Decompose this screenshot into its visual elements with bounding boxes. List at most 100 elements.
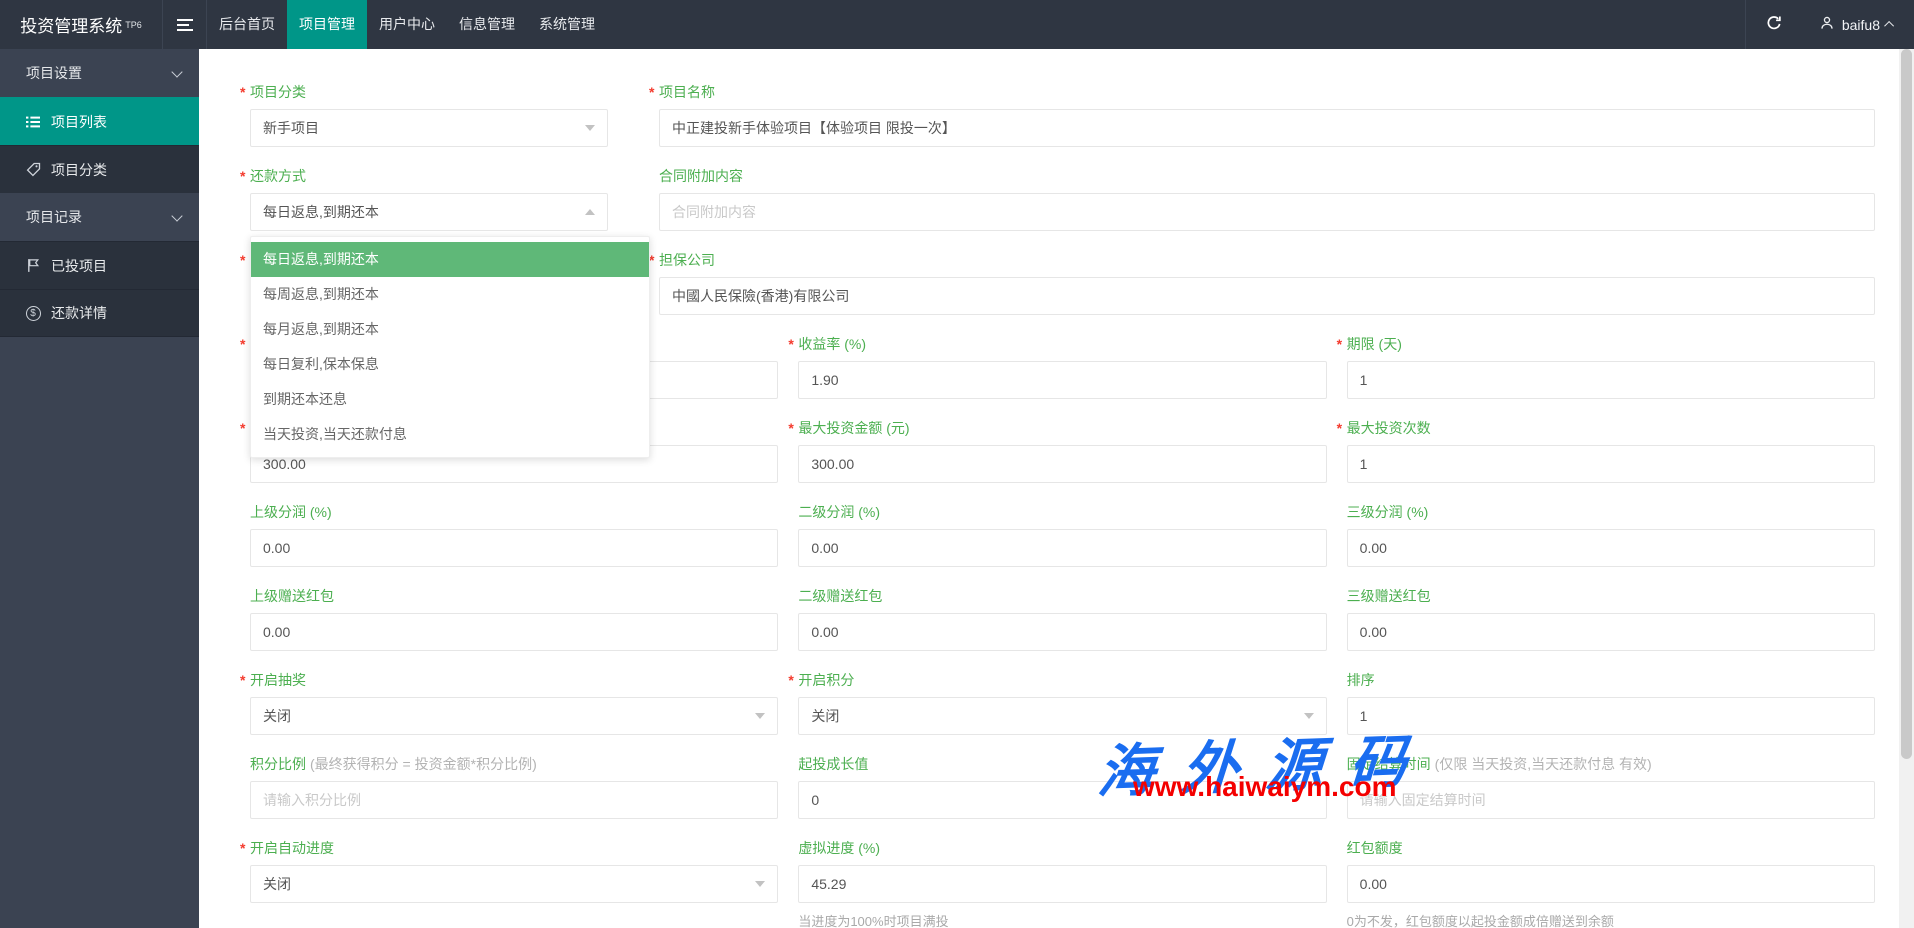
sidebar-item-label: 还款详情 [51,303,107,323]
level1-profit-input[interactable] [250,529,778,567]
refresh-button[interactable] [1745,0,1803,49]
field-note: (最终获得积分 = 投资金额*积分比例) [310,756,537,772]
field-auto-progress: *开启自动进度 关闭 [250,839,778,928]
field-growth-value: 起投成长值 [798,755,1326,819]
redpacket-quota-input[interactable] [1347,865,1875,903]
field-enable-points: *开启积分 关闭 [798,671,1326,735]
field-label: 收益率 (%) [798,336,866,352]
tab-home[interactable]: 后台首页 [207,0,287,49]
virtual-progress-input[interactable] [798,865,1326,903]
list-icon [25,114,41,130]
project-category-select[interactable]: 新手项目 [250,109,608,147]
max-invest-times-input[interactable] [1347,445,1875,483]
level3-redpacket-input[interactable] [1347,613,1875,651]
field-label: 担保公司 [659,252,715,268]
main-content: *项目分类 新手项目 *项目名称 *还款方式 每日返息,到期还本 [199,49,1899,928]
sidebar: 项目设置 项目列表 项目分类 项目记录 [0,49,199,928]
form-row: *开启自动进度 关闭 虚拟进度 (%) 当进度为100%时项目满投 红包额度 0… [250,839,1875,928]
user-icon [1819,15,1835,34]
points-ratio-input[interactable] [250,781,778,819]
tab-information[interactable]: 信息管理 [447,0,527,49]
repayment-method-dropdown: 每日返息,到期还本 每周返息,到期还本 每月返息,到期还本 每日复利,保本保息 … [250,236,650,458]
guarantee-company-input[interactable] [659,277,1875,315]
field-label: 开启自动进度 [250,840,334,856]
field-label: 排序 [1347,672,1375,688]
required-marker: * [240,419,250,438]
project-name-input[interactable] [659,109,1875,147]
flag-icon [25,258,41,274]
field-redpacket-quota: 红包额度 0为不发，红包额度以起投金额成倍赠送到余额 [1347,839,1875,928]
caret-down-icon [755,713,765,719]
select-value: 关闭 [811,706,839,726]
level3-profit-input[interactable] [1347,529,1875,567]
form-row: 上级赠送红包 二级赠送红包 三级赠送红包 [250,587,1875,651]
sidebar-item-invested-projects[interactable]: 已投项目 [0,241,199,289]
sidebar-toggle-button[interactable] [163,0,207,49]
virtual-progress-hint: 当进度为100%时项目满投 [798,911,1326,928]
required-marker: * [649,83,659,102]
field-max-invest-times: *最大投资次数 [1347,419,1875,483]
sort-order-input[interactable] [1347,697,1875,735]
field-label: 上级赠送红包 [250,588,334,604]
level2-redpacket-input[interactable] [798,613,1326,651]
sidebar-group-project-records[interactable]: 项目记录 [0,193,199,241]
fixed-settle-time-input[interactable] [1347,781,1875,819]
dropdown-option[interactable]: 到期还本还息 [251,382,649,417]
field-label: 二级分润 (%) [798,504,880,520]
scrollbar [1899,49,1914,928]
app-logo: 投资管理系统 TP6 [0,0,163,49]
field-label: 开启抽奖 [250,672,306,688]
tab-system[interactable]: 系统管理 [527,0,607,49]
user-name: baifu8 [1842,17,1880,33]
field-enable-lottery: *开启抽奖 关闭 [250,671,778,735]
auto-progress-select[interactable]: 关闭 [250,865,778,903]
sidebar-item-repayment-details[interactable]: $ 还款详情 [0,289,199,337]
term-input[interactable] [1347,361,1875,399]
tab-project-management[interactable]: 项目管理 [287,0,367,49]
growth-value-input[interactable] [798,781,1326,819]
dropdown-option[interactable]: 当天投资,当天还款付息 [251,417,649,452]
chevron-up-icon [1884,21,1894,31]
repayment-method-select[interactable]: 每日返息,到期还本 [250,193,608,231]
form-row: 上级分润 (%) 二级分润 (%) 三级分润 (%) [250,503,1875,567]
max-invest-amount-input[interactable] [798,445,1326,483]
field-label: 还款方式 [250,168,306,184]
contract-extra-input[interactable] [659,193,1875,231]
field-guarantee-company: *担保公司 [659,251,1875,315]
chevron-down-icon [171,66,182,77]
field-label: 三级分润 (%) [1347,504,1429,520]
required-marker: * [240,671,250,690]
field-label: 上级分润 (%) [250,504,332,520]
field-label: 期限 (天) [1347,336,1402,352]
dropdown-option[interactable]: 每日复利,保本保息 [251,347,649,382]
field-label: 项目名称 [659,84,715,100]
enable-lottery-select[interactable]: 关闭 [250,697,778,735]
field-label: 三级赠送红包 [1347,588,1431,604]
sidebar-group-project-settings[interactable]: 项目设置 [0,49,199,97]
dropdown-option[interactable]: 每周返息,到期还本 [251,277,649,312]
dropdown-option[interactable]: 每月返息,到期还本 [251,312,649,347]
required-marker: * [240,839,250,858]
field-label: 最大投资次数 [1347,420,1431,436]
dropdown-option[interactable]: 每日返息,到期还本 [251,242,649,277]
field-label: 积分比例 [250,756,306,772]
field-virtual-progress: 虚拟进度 (%) 当进度为100%时项目满投 [798,839,1326,928]
field-level2-redpacket: 二级赠送红包 [798,587,1326,651]
field-note: (仅限 当天投资,当天还款付息 有效) [1435,756,1652,772]
field-project-name: *项目名称 [659,83,1875,147]
sidebar-item-project-category[interactable]: 项目分类 [0,145,199,193]
user-menu[interactable]: baifu8 [1803,0,1914,49]
scrollbar-thumb[interactable] [1901,49,1912,759]
redpacket-quota-hint: 0为不发，红包额度以起投金额成倍赠送到余额 [1347,911,1875,928]
tag-icon [25,162,41,178]
enable-points-select[interactable]: 关闭 [798,697,1326,735]
field-label: 红包额度 [1347,840,1403,856]
rate-input[interactable] [798,361,1326,399]
sidebar-item-project-list[interactable]: 项目列表 [0,97,199,145]
tab-user-center[interactable]: 用户中心 [367,0,447,49]
level1-redpacket-input[interactable] [250,613,778,651]
caret-down-icon [1304,713,1314,719]
field-label: 虚拟进度 (%) [798,840,880,856]
level2-profit-input[interactable] [798,529,1326,567]
field-level1-redpacket: 上级赠送红包 [250,587,778,651]
